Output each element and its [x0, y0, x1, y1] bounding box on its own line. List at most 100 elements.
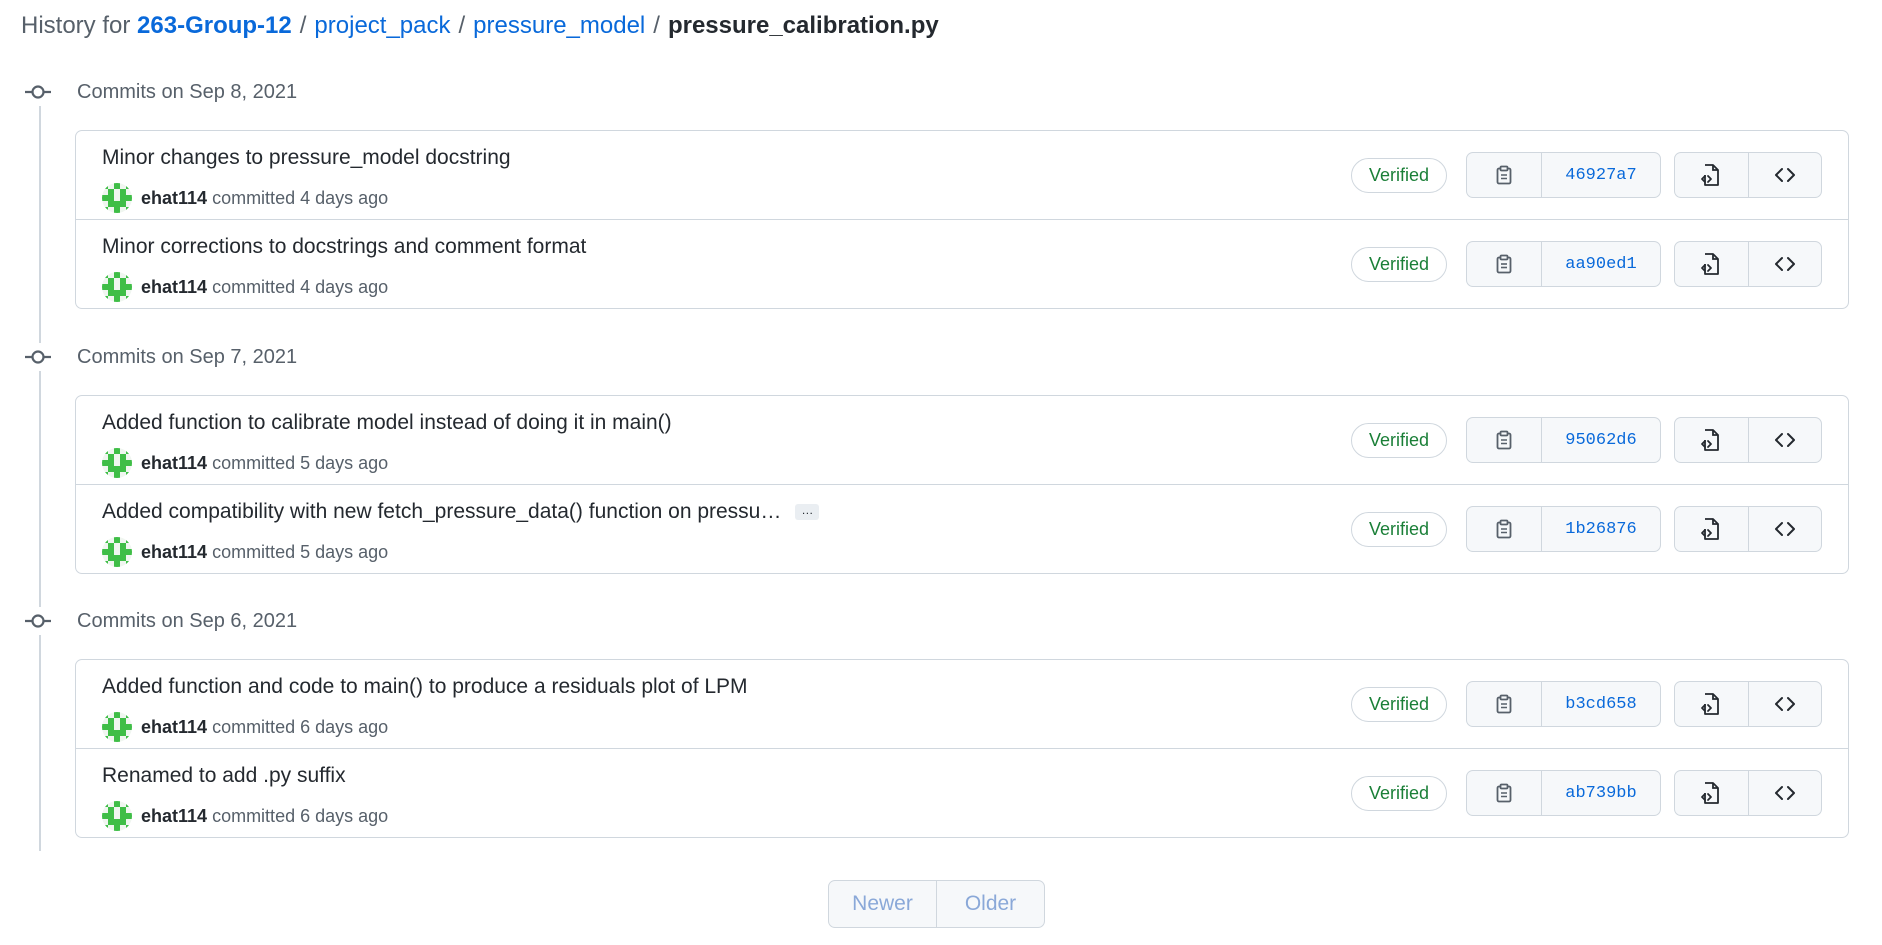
sha-button-group: 1b26876	[1466, 506, 1661, 552]
code-icon[interactable]	[1747, 507, 1822, 551]
sha-button-group: 46927a7	[1466, 152, 1661, 198]
commit-sha-link[interactable]: 95062d6	[1541, 418, 1660, 462]
author-link[interactable]: ehat114	[141, 806, 207, 827]
code-icon[interactable]	[1747, 418, 1822, 462]
commit-group-date: Commits on Sep 8, 2021	[77, 80, 298, 103]
newer-button[interactable]: Newer	[829, 881, 936, 927]
commit-sha-link[interactable]: 1b26876	[1541, 507, 1660, 551]
path-link-project-pack[interactable]: project_pack	[314, 12, 450, 40]
verified-badge[interactable]: Verified	[1351, 687, 1447, 722]
sha-button-group: b3cd658	[1466, 681, 1661, 727]
verified-badge[interactable]: Verified	[1351, 423, 1447, 458]
avatar[interactable]	[102, 712, 132, 742]
avatar[interactable]	[102, 183, 132, 213]
commit-message-link[interactable]: Minor changes to pressure_model docstrin…	[102, 146, 511, 170]
sha-button-group: aa90ed1	[1466, 241, 1661, 287]
browse-button-group	[1674, 770, 1822, 816]
commit-sha-link[interactable]: 46927a7	[1541, 153, 1660, 197]
commit-row: Renamed to add .py suffix ehat114 commit…	[76, 748, 1848, 837]
file-code-icon[interactable]	[1675, 242, 1748, 286]
author-link[interactable]: ehat114	[141, 277, 207, 298]
commit-row: Added function to calibrate model instea…	[76, 396, 1848, 484]
commit-time: 6 days ago	[300, 716, 389, 737]
commit-group-header: Commits on Sep 8, 2021	[24, 72, 297, 112]
commit-message-link[interactable]: Added function to calibrate model instea…	[102, 411, 672, 435]
repo-link[interactable]: 263-Group-12	[137, 12, 292, 40]
author-link[interactable]: ehat114	[141, 453, 207, 474]
path-separator: /	[458, 12, 466, 39]
file-code-icon[interactable]	[1675, 507, 1748, 551]
commit-time: 6 days ago	[300, 805, 389, 826]
author-link[interactable]: ehat114	[141, 542, 207, 563]
commit-action: committed	[212, 187, 296, 208]
browse-button-group	[1674, 681, 1822, 727]
commit-list: Added function to calibrate model instea…	[75, 395, 1849, 574]
browse-button-group	[1674, 152, 1822, 198]
author-link[interactable]: ehat114	[141, 717, 207, 738]
verified-badge[interactable]: Verified	[1351, 776, 1447, 811]
sha-button-group: ab739bb	[1466, 770, 1661, 816]
pagination: Newer Older	[828, 880, 1045, 928]
commit-group-date: Commits on Sep 6, 2021	[77, 609, 298, 632]
history-prefix: History for	[21, 12, 131, 39]
path-separator: /	[653, 12, 660, 39]
clipboard-copy-icon[interactable]	[1467, 507, 1541, 551]
older-button[interactable]: Older	[936, 881, 1044, 927]
clipboard-copy-icon[interactable]	[1467, 771, 1541, 815]
clipboard-copy-icon[interactable]	[1467, 242, 1541, 286]
commit-time: 4 days ago	[300, 187, 389, 208]
git-commit-icon	[24, 607, 52, 635]
code-icon[interactable]	[1747, 682, 1822, 726]
commit-action: committed	[212, 276, 296, 297]
current-file-name: pressure_calibration.py	[667, 12, 939, 39]
commit-group-header: Commits on Sep 6, 2021	[24, 601, 297, 641]
avatar[interactable]	[102, 537, 132, 567]
commit-message-link[interactable]: Renamed to add .py suffix	[102, 764, 346, 788]
commit-action: committed	[212, 805, 296, 826]
author-link[interactable]: ehat114	[141, 188, 207, 209]
expand-message-button[interactable]: …	[795, 504, 820, 520]
verified-badge[interactable]: Verified	[1351, 247, 1447, 282]
git-commit-icon	[24, 343, 52, 371]
path-separator: /	[299, 12, 307, 39]
commit-sha-link[interactable]: aa90ed1	[1541, 242, 1660, 286]
code-icon[interactable]	[1747, 242, 1822, 286]
commit-group-header: Commits on Sep 7, 2021	[24, 337, 297, 377]
code-icon[interactable]	[1747, 771, 1822, 815]
avatar[interactable]	[102, 272, 132, 302]
avatar[interactable]	[102, 448, 132, 478]
commit-time: 4 days ago	[300, 276, 389, 297]
commit-time: 5 days ago	[300, 452, 389, 473]
commit-sha-link[interactable]: b3cd658	[1541, 682, 1660, 726]
avatar[interactable]	[102, 801, 132, 831]
verified-badge[interactable]: Verified	[1351, 512, 1447, 547]
commit-time: 5 days ago	[300, 541, 389, 562]
verified-badge[interactable]: Verified	[1351, 158, 1447, 193]
commit-action: committed	[212, 716, 296, 737]
code-icon[interactable]	[1747, 153, 1822, 197]
browse-button-group	[1674, 417, 1822, 463]
browse-button-group	[1674, 241, 1822, 287]
clipboard-copy-icon[interactable]	[1467, 418, 1541, 462]
commit-message-link[interactable]: Added function and code to main() to pro…	[102, 675, 748, 699]
sha-button-group: 95062d6	[1466, 417, 1661, 463]
file-code-icon[interactable]	[1675, 418, 1748, 462]
commit-row: Minor changes to pressure_model docstrin…	[76, 131, 1848, 219]
clipboard-copy-icon[interactable]	[1467, 153, 1541, 197]
commit-row: Added compatibility with new fetch_press…	[76, 484, 1848, 573]
file-code-icon[interactable]	[1675, 771, 1748, 815]
commit-action: committed	[212, 541, 296, 562]
commit-message-link[interactable]: Minor corrections to docstrings and comm…	[102, 235, 586, 259]
commit-sha-link[interactable]: ab739bb	[1541, 771, 1660, 815]
commit-row: Added function and code to main() to pro…	[76, 660, 1848, 748]
commit-list: Minor changes to pressure_model docstrin…	[75, 130, 1849, 309]
path-link-pressure-model[interactable]: pressure_model	[473, 12, 645, 40]
breadcrumb: History for 263-Group-12 / project_pack …	[21, 8, 939, 44]
file-code-icon[interactable]	[1675, 153, 1748, 197]
commit-row: Minor corrections to docstrings and comm…	[76, 219, 1848, 308]
commit-action: committed	[212, 452, 296, 473]
file-code-icon[interactable]	[1675, 682, 1748, 726]
timeline-line	[39, 79, 41, 851]
commit-message-link[interactable]: Added compatibility with new fetch_press…	[102, 500, 781, 524]
clipboard-copy-icon[interactable]	[1467, 682, 1541, 726]
